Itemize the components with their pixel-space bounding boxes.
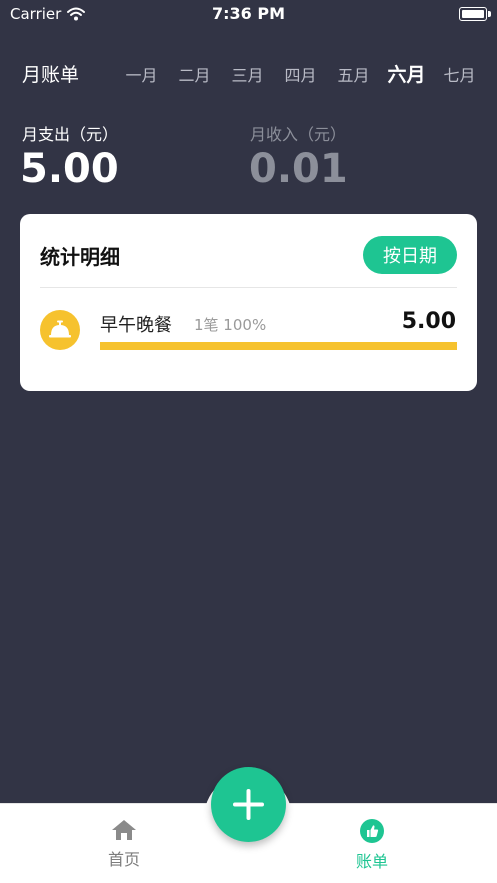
home-icon: [112, 820, 136, 840]
month-tab-5[interactable]: 五月: [327, 62, 380, 87]
thumbs-up-icon: [360, 819, 384, 843]
page-title: 月账单: [22, 64, 80, 86]
income-label: 月收入（元）: [250, 125, 347, 144]
battery-icon: [459, 7, 491, 21]
tab-home[interactable]: 首页: [84, 818, 164, 870]
category-amount: 5.00: [401, 309, 456, 334]
month-tab-2[interactable]: 二月: [168, 62, 221, 87]
clock: 7:36 PM: [211, 4, 285, 23]
month-tab-3[interactable]: 三月: [221, 62, 274, 87]
income-value: 0.01: [249, 146, 348, 192]
card-title: 统计明细: [40, 245, 120, 269]
divider: [40, 287, 457, 288]
month-selector: 一月 二月 三月 四月 五月 六月 七月: [115, 62, 486, 87]
status-bar: Carrier 7:36 PM: [0, 0, 497, 30]
month-tab-7[interactable]: 七月: [433, 62, 486, 87]
category-meta: 1笔 100%: [194, 316, 267, 334]
service-bell-icon: [40, 310, 80, 350]
expense-value: 5.00: [20, 146, 119, 192]
by-date-button[interactable]: 按日期: [363, 236, 457, 274]
category-name: 早午晚餐: [100, 315, 172, 336]
tab-bill[interactable]: 账单: [332, 818, 412, 872]
add-button[interactable]: [211, 767, 286, 842]
plus-icon: [233, 789, 264, 820]
expense-label: 月支出（元）: [22, 125, 119, 144]
tab-bill-label: 账单: [355, 852, 388, 871]
tab-home-label: 首页: [107, 850, 140, 869]
stats-card: 统计明细 按日期 早午晚餐 1笔 100% 5.00: [20, 214, 477, 391]
month-tab-6-selected[interactable]: 六月: [380, 60, 433, 87]
category-progress-fill: [100, 342, 457, 350]
month-tab-4[interactable]: 四月: [274, 62, 327, 87]
category-progress-bar: [100, 342, 457, 350]
month-tab-1[interactable]: 一月: [115, 62, 168, 87]
